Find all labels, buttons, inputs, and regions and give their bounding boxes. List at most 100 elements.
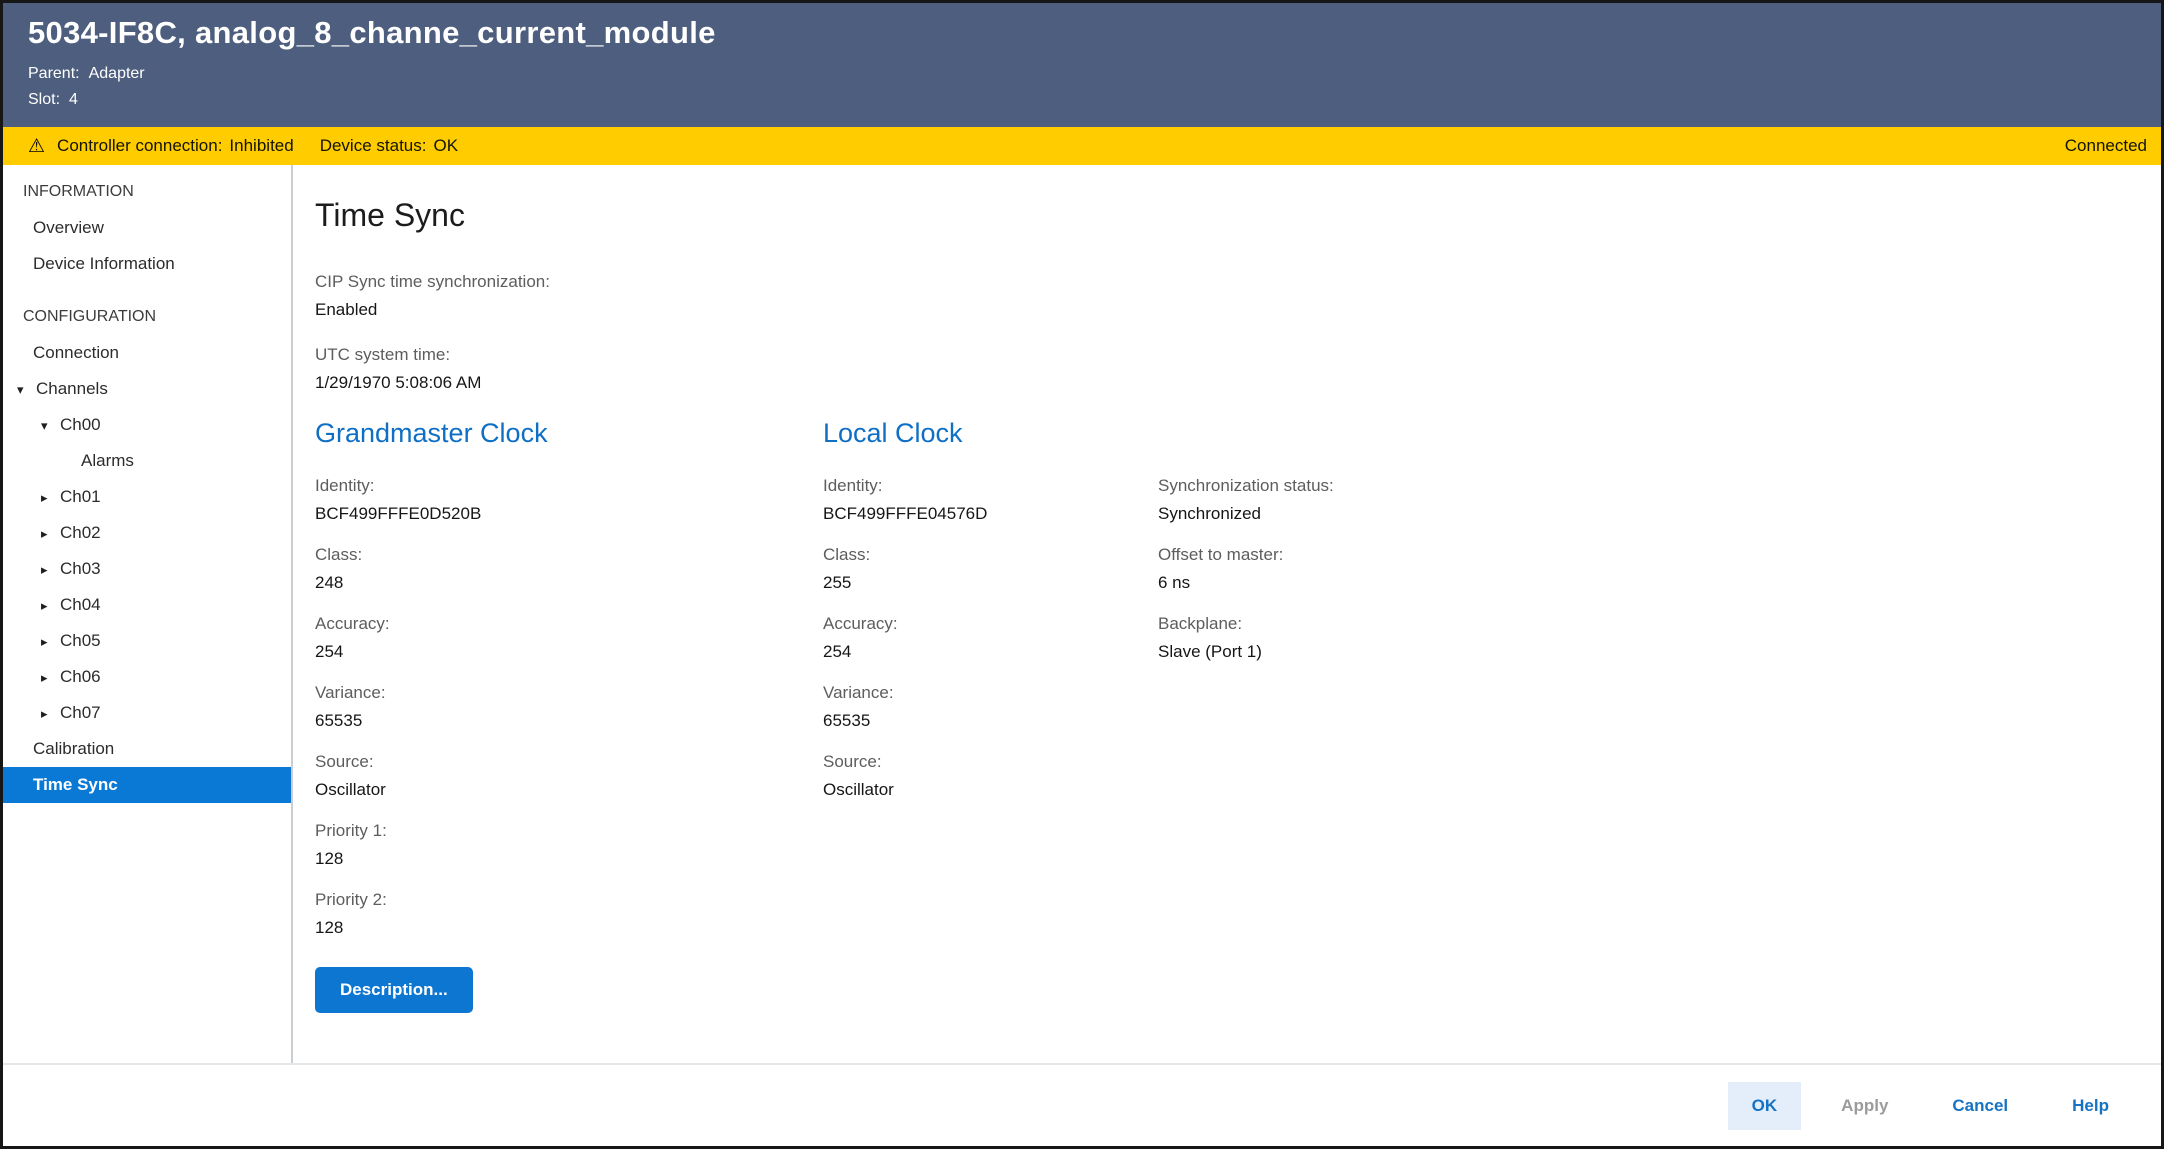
sidebar-item-ch02[interactable]: ▸Ch02 xyxy=(3,515,291,551)
parent-row: Parent: Adapter xyxy=(28,61,2141,87)
chevron-right-icon[interactable]: ▸ xyxy=(41,670,60,686)
body-row: INFORMATION Overview Device Information … xyxy=(3,165,2161,1063)
alert-bar: ⚠ Controller connection:Inhibited Device… xyxy=(3,127,2161,165)
clock-columns: Grandmaster Clock Identity: BCF499FFFE0D… xyxy=(315,418,2131,1013)
sidebar-item-label: Ch01 xyxy=(60,487,101,506)
lc-accuracy-field: Accuracy: 254 xyxy=(823,614,1158,662)
controller-connection-status: Controller connection:Inhibited xyxy=(57,136,294,156)
sidebar-item-connection[interactable]: Connection xyxy=(3,335,291,371)
gm-variance-value: 65535 xyxy=(315,711,823,731)
chevron-down-icon[interactable]: ▾ xyxy=(17,382,36,398)
gm-priority2-value: 128 xyxy=(315,918,823,938)
parent-value: Adapter xyxy=(89,65,145,82)
gm-priority2-label: Priority 2: xyxy=(315,890,823,910)
connection-status-badge: Connected xyxy=(2065,136,2147,156)
sidebar-item-ch07[interactable]: ▸Ch07 xyxy=(3,695,291,731)
chevron-right-icon[interactable]: ▸ xyxy=(41,706,60,722)
sidebar-section-configuration: CONFIGURATION xyxy=(3,298,291,335)
sidebar-item-channels[interactable]: ▾Channels xyxy=(3,371,291,407)
sidebar-item-ch04[interactable]: ▸Ch04 xyxy=(3,587,291,623)
sidebar-item-label: Ch04 xyxy=(60,595,101,614)
page-title: Time Sync xyxy=(315,197,2131,234)
sidebar-item-ch05[interactable]: ▸Ch05 xyxy=(3,623,291,659)
sidebar-item-ch03[interactable]: ▸Ch03 xyxy=(3,551,291,587)
chevron-right-icon[interactable]: ▸ xyxy=(41,598,60,614)
gm-identity-value: BCF499FFFE0D520B xyxy=(315,504,823,524)
sidebar-item-device-information[interactable]: Device Information xyxy=(3,246,291,282)
lc-class-value: 255 xyxy=(823,573,1158,593)
controller-connection-label: Controller connection: xyxy=(57,136,222,155)
chevron-right-icon[interactable]: ▸ xyxy=(41,562,60,578)
gm-source-value: Oscillator xyxy=(315,780,823,800)
cancel-button[interactable]: Cancel xyxy=(1928,1082,2032,1130)
parent-label: Parent: xyxy=(28,65,80,82)
backplane-field: Backplane: Slave (Port 1) xyxy=(1158,614,1334,662)
sidebar-item-label: Ch03 xyxy=(60,559,101,578)
slot-row: Slot: 4 xyxy=(28,87,2141,113)
device-status: Device status:OK xyxy=(320,136,458,156)
gm-variance-field: Variance: 65535 xyxy=(315,683,823,731)
sidebar-item-time-sync[interactable]: Time Sync xyxy=(3,767,291,803)
warning-icon: ⚠ xyxy=(28,137,45,156)
lc-identity-field: Identity: BCF499FFFE04576D xyxy=(823,476,1158,524)
footer-bar: OK Apply Cancel Help xyxy=(3,1063,2161,1146)
help-button[interactable]: Help xyxy=(2048,1082,2133,1130)
gm-class-label: Class: xyxy=(315,545,823,565)
lc-source-field: Source: Oscillator xyxy=(823,752,1158,800)
chevron-right-icon[interactable]: ▸ xyxy=(41,490,60,506)
gm-accuracy-label: Accuracy: xyxy=(315,614,823,634)
sync-status-label: Synchronization status: xyxy=(1158,476,1334,496)
sidebar-nav: INFORMATION Overview Device Information … xyxy=(3,165,293,1063)
utc-time-value: 1/29/1970 5:08:06 AM xyxy=(315,373,2131,393)
gm-priority1-value: 128 xyxy=(315,849,823,869)
chevron-down-icon[interactable]: ▾ xyxy=(41,418,60,434)
sync-status-field: Synchronization status: Synchronized xyxy=(1158,476,1334,524)
sidebar-item-label: Ch00 xyxy=(60,415,101,434)
sidebar-item-label: Ch06 xyxy=(60,667,101,686)
slot-label: Slot: xyxy=(28,91,60,108)
gm-accuracy-field: Accuracy: 254 xyxy=(315,614,823,662)
sidebar-section-information: INFORMATION xyxy=(3,173,291,210)
local-clock-heading: Local Clock xyxy=(823,418,1158,449)
slot-value: 4 xyxy=(69,91,78,108)
sidebar-item-label: Ch02 xyxy=(60,523,101,542)
chevron-right-icon[interactable]: ▸ xyxy=(41,526,60,542)
offset-to-master-field: Offset to master: 6 ns xyxy=(1158,545,1334,593)
local-clock-section: Local Clock Identity: BCF499FFFE04576D C… xyxy=(823,418,1158,821)
sidebar-item-ch01[interactable]: ▸Ch01 xyxy=(3,479,291,515)
gm-class-value: 248 xyxy=(315,573,823,593)
sidebar-item-label: Ch07 xyxy=(60,703,101,722)
grandmaster-clock-heading: Grandmaster Clock xyxy=(315,418,823,449)
chevron-right-icon[interactable]: ▸ xyxy=(41,634,60,650)
gm-accuracy-value: 254 xyxy=(315,642,823,662)
offset-to-master-label: Offset to master: xyxy=(1158,545,1334,565)
lc-accuracy-label: Accuracy: xyxy=(823,614,1158,634)
lc-accuracy-value: 254 xyxy=(823,642,1158,662)
backplane-label: Backplane: xyxy=(1158,614,1334,634)
device-status-label: Device status: xyxy=(320,136,427,155)
lc-variance-value: 65535 xyxy=(823,711,1158,731)
gm-identity-label: Identity: xyxy=(315,476,823,496)
gm-source-field: Source: Oscillator xyxy=(315,752,823,800)
sync-status-section: Synchronization status: Synchronized Off… xyxy=(1158,476,1334,683)
title-bar: 5034-IF8C, analog_8_channe_current_modul… xyxy=(3,3,2161,127)
lc-source-label: Source: xyxy=(823,752,1158,772)
lc-class-field: Class: 255 xyxy=(823,545,1158,593)
apply-button[interactable]: Apply xyxy=(1817,1082,1912,1130)
sidebar-item-ch06[interactable]: ▸Ch06 xyxy=(3,659,291,695)
ok-button[interactable]: OK xyxy=(1728,1082,1802,1130)
sidebar-item-calibration[interactable]: Calibration xyxy=(3,731,291,767)
gm-identity-field: Identity: BCF499FFFE0D520B xyxy=(315,476,823,524)
sidebar-item-ch00-alarms[interactable]: Alarms xyxy=(3,443,291,479)
gm-class-field: Class: 248 xyxy=(315,545,823,593)
description-button[interactable]: Description... xyxy=(315,967,473,1013)
lc-class-label: Class: xyxy=(823,545,1158,565)
cip-sync-field: CIP Sync time synchronization: Enabled xyxy=(315,272,2131,320)
sidebar-item-label: Channels xyxy=(36,379,108,398)
utc-time-field: UTC system time: 1/29/1970 5:08:06 AM xyxy=(315,345,2131,393)
general-fields: CIP Sync time synchronization: Enabled U… xyxy=(315,272,2131,393)
sidebar-item-overview[interactable]: Overview xyxy=(3,210,291,246)
sidebar-item-ch00[interactable]: ▾Ch00 xyxy=(3,407,291,443)
lc-variance-field: Variance: 65535 xyxy=(823,683,1158,731)
gm-variance-label: Variance: xyxy=(315,683,823,703)
